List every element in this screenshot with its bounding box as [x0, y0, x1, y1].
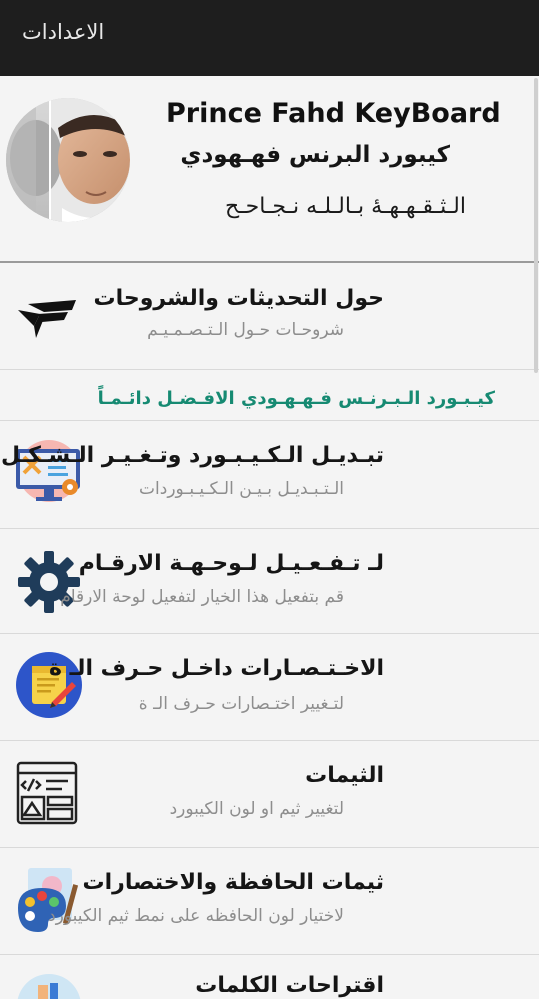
page-title: الاعدادات	[22, 20, 105, 44]
avatar	[6, 98, 130, 222]
settings-item-clipboard-themes[interactable]: ثيمات الحافظة والاختصارات لاختيار لون ال…	[0, 848, 539, 954]
settings-item-title: الاخـتـصـارات داخـل حـرف الـ ة	[49, 656, 384, 681]
settings-item-title: حول التحديثات والشروحات	[93, 286, 384, 311]
settings-item-subtitle: لاختيار لون الحافظه على نمط ثيم الكيبورد	[48, 906, 344, 926]
settings-item-ta-marbuta-shortcuts[interactable]: الاخـتـصـارات داخـل حـرف الـ ة لتـغيير ا…	[0, 634, 539, 740]
settings-item-title: اقتراحات الكلمات	[195, 973, 384, 998]
settings-item-title: الثيمات	[305, 763, 384, 788]
settings-item-switch-keyboard[interactable]: تبـديـل الـكـيـبـورد وتـغـيـر الـشـكـل ا…	[0, 421, 539, 527]
settings-list[interactable]: Prince Fahd KeyBoard كيبورد البرنس فهـهو…	[0, 76, 539, 999]
brand-slogan: الـثـقـهـهـهٔ بـالـلـه نـجـاحـح	[225, 194, 466, 219]
settings-item-number-pad[interactable]: لـ تـفـعـيـل لـوحـهـة الارقـام قم بتفعيل…	[0, 529, 539, 632]
settings-item-title: ثيمات الحافظة والاختصارات	[82, 870, 384, 895]
divider	[0, 261, 539, 263]
settings-item-subtitle: شروحـات حـول الـتـصـمـيـم	[147, 320, 344, 340]
settings-item-title: لـ تـفـعـيـل لـوحـهـة الارقـام	[78, 551, 384, 576]
settings-item-updates[interactable]: حول التحديثات والشروحات شروحـات حـول الـ…	[0, 264, 539, 368]
scrollbar[interactable]	[534, 78, 538, 373]
brand-title-en: Prince Fahd KeyBoard	[166, 98, 501, 129]
settings-item-subtitle: الـتـبـديـل بـيـن الـكـيـبـوردات	[139, 479, 344, 499]
settings-item-subtitle: لتـغيير اختـصارات حـرف الـ ة	[138, 694, 344, 714]
settings-item-subtitle: قم بتفعيل هذا الخيار لتفعيل لوحة الارقام	[60, 587, 344, 607]
brand-title-ar: كيبورد البرنس فهـهودي	[180, 142, 450, 168]
settings-item-themes[interactable]: الثيمات لتغيير ثيم او لون الكيبورد	[0, 741, 539, 846]
profile-header: Prince Fahd KeyBoard كيبورد البرنس فهـهو…	[0, 76, 539, 262]
settings-item-word-suggestions[interactable]: اقتراحات الكلمات	[0, 955, 539, 999]
settings-item-title: تبـديـل الـكـيـبـورد وتـغـيـر الـشـكـل	[0, 443, 384, 468]
app-bar: الاعدادات	[0, 0, 539, 76]
promo-text: كيـبـورد الـبـرنـس فـهـهـودي الافـضـل دا…	[97, 388, 495, 409]
settings-item-subtitle: لتغيير ثيم او لون الكيبورد	[169, 799, 344, 819]
promo-banner: كيـبـورد الـبـرنـس فـهـهـودي الافـضـل دا…	[0, 370, 539, 420]
